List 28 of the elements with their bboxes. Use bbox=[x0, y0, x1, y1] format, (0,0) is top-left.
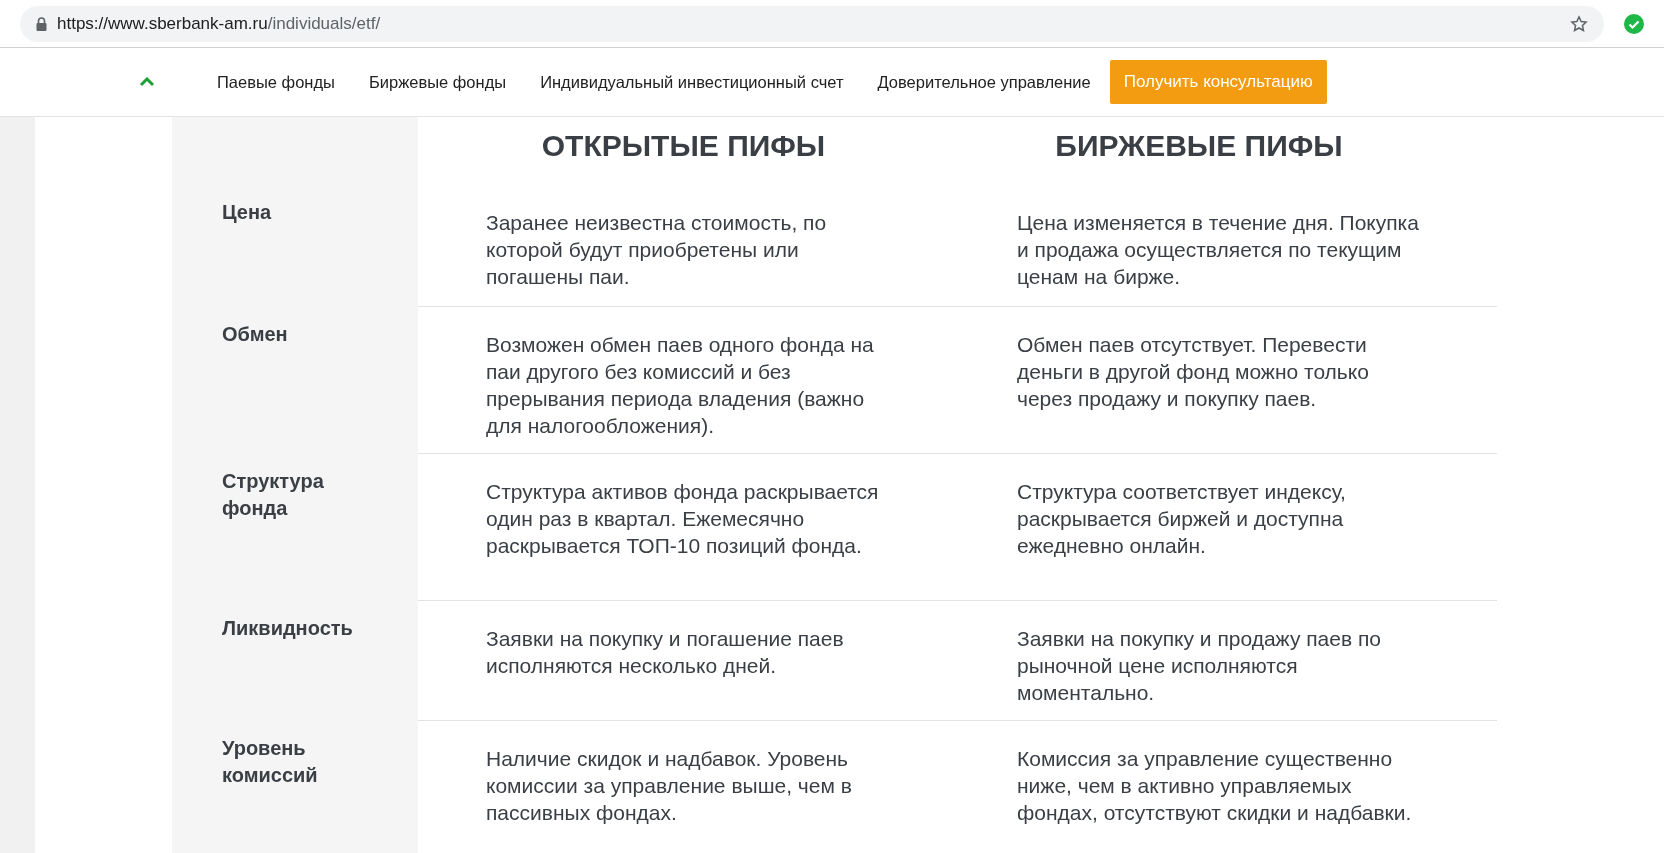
row-label: Ликвидность bbox=[222, 616, 352, 641]
url-path: /individuals/etf/ bbox=[267, 13, 381, 33]
chevron-up-icon[interactable] bbox=[139, 77, 155, 87]
column-heading: БИРЖЕВЫЕ ПИФЫ bbox=[1055, 128, 1343, 164]
row-label: Цена bbox=[222, 200, 273, 225]
table-cell-text: Обмен паев отсутствует. Перевести деньги в другой фонд можно только через продажу и покупку паев. bbox=[1017, 332, 1370, 412]
lock-icon bbox=[36, 16, 47, 31]
nav-link[interactable]: Паевые фонды bbox=[217, 69, 335, 95]
address-bar[interactable]: https://www.sberbank-am.ru/individuals/etf/ bbox=[20, 5, 1604, 42]
table-cell-text: Наличие скидок и надбавок. Уровень комиссии за управление выше, чем в пассивных фондах. bbox=[486, 746, 853, 826]
table-cell-text: Комиссия за управление существенно ниже, чем в активно управляемых фондах, отсутствуют скидки и надбавки. bbox=[1017, 746, 1413, 826]
nav-link[interactable]: Индивидуальный инвестиционный счет bbox=[540, 69, 844, 95]
table-cell-text: Структура активов фонда раскрывается один раз в квартал. Ежемесячно раскрывается ТОП-10 позиций фонда. bbox=[486, 479, 880, 559]
table-cell-text: Структура соответствует индексу, раскрывается биржей и доступна ежедневно онлайн. bbox=[1017, 479, 1347, 559]
column-heading: ОТКРЫТЫЕ ПИФЫ bbox=[541, 128, 826, 164]
nav-link[interactable]: Биржевые фонды bbox=[368, 69, 507, 95]
check-icon[interactable] bbox=[1624, 13, 1644, 34]
table-cell-text: Возможен обмен паев одного фонда на паи другого без комиссий и без прерывания периода владения (важно для налогообложения). bbox=[486, 332, 875, 439]
row-label: Структура фонда bbox=[222, 469, 325, 521]
star-icon[interactable] bbox=[1570, 14, 1588, 33]
row-label: Уровень комиссий bbox=[222, 736, 319, 788]
table-cell-text: Цена изменяется в течение дня. Покупка и продажа осуществляется по текущим ценам на бирже. bbox=[1017, 210, 1420, 290]
url-host: https://www.sberbank-am.ru bbox=[57, 13, 268, 33]
row-label: Обмен bbox=[222, 322, 289, 347]
table-cell-text: Заявки на покупку и погашение паев исполняются несколько дней. bbox=[486, 626, 845, 679]
table-cell-text: Заявки на покупку и продажу паев по рыночной цене исполняются моментально. bbox=[1017, 626, 1382, 706]
table-cell-text: Заранее неизвестна стоимость, по которой будут приобретены или погашены паи. bbox=[486, 210, 828, 290]
nav-link[interactable]: Доверительное управление bbox=[877, 69, 1091, 95]
